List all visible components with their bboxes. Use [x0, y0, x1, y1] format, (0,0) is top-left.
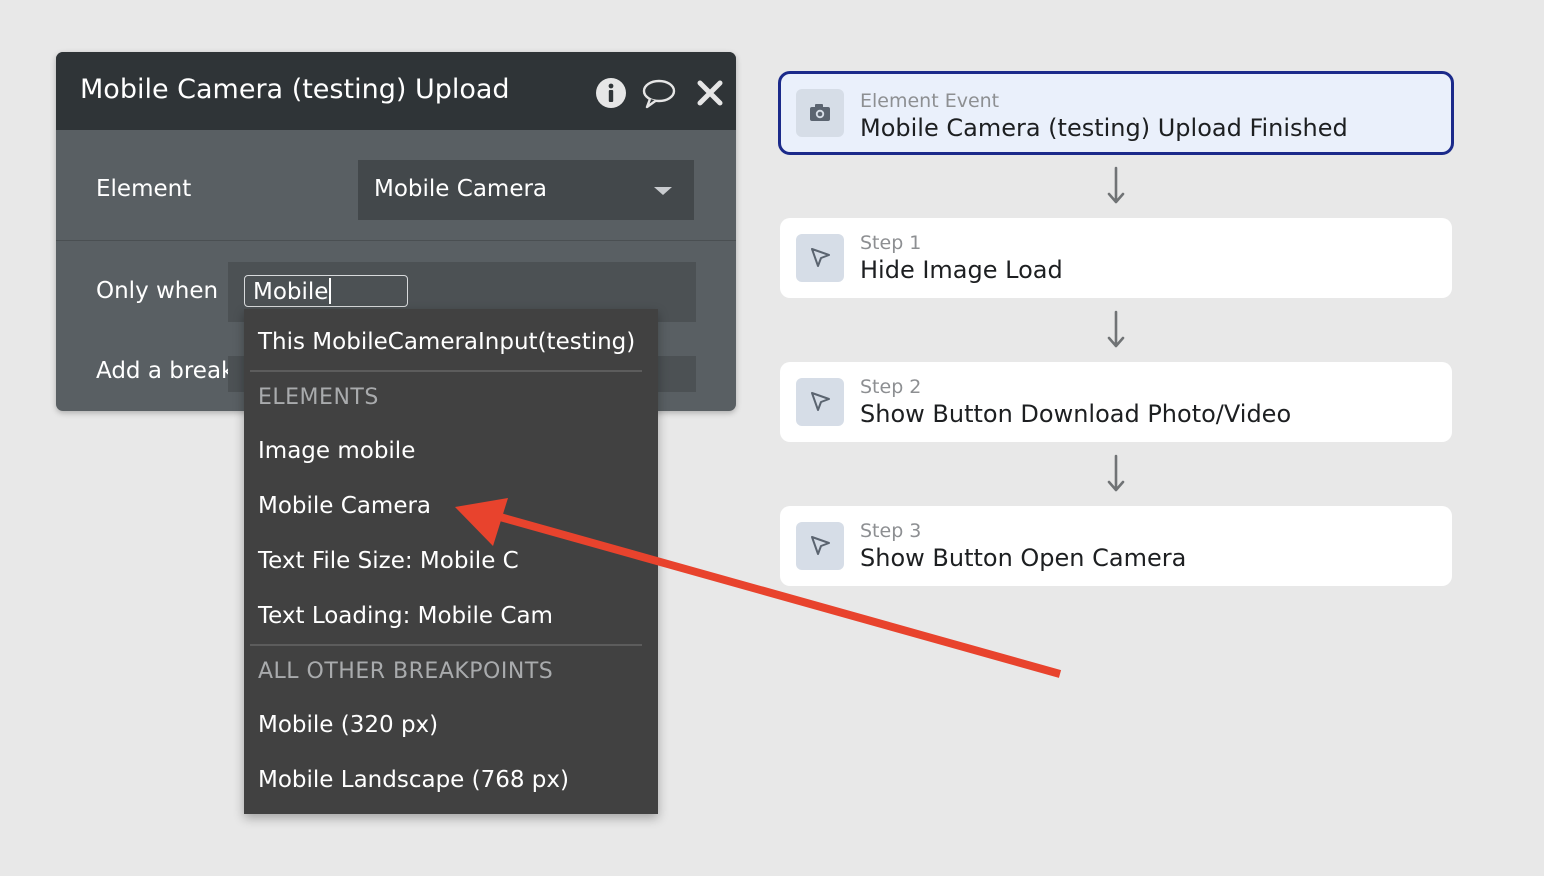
dropdown-item-image-mobile[interactable]: Image mobile	[258, 438, 415, 464]
only-when-input[interactable]: Mobile	[244, 275, 408, 307]
dropdown-item-this-input[interactable]: This MobileCameraInput(testing)	[258, 329, 635, 355]
step-name: Show Button Open Camera	[860, 544, 1187, 572]
comment-icon[interactable]	[642, 76, 676, 110]
panel-title: Mobile Camera (testing) Upload	[80, 74, 510, 105]
dropdown-item-mobile-landscape-768[interactable]: Mobile Landscape (768 px)	[258, 767, 569, 793]
breakpoint-label: Add a breakp	[96, 358, 249, 384]
arrow-down-icon	[1104, 310, 1128, 350]
dropdown-header-elements: ELEMENTS	[258, 385, 379, 410]
cursor-icon	[796, 522, 844, 570]
only-when-label: Only when	[96, 278, 219, 304]
dropdown-item-text-loading[interactable]: Text Loading: Mobile Cam	[258, 603, 553, 629]
workflow-step-card[interactable]: Step 2 Show Button Download Photo/Video	[780, 362, 1452, 442]
dropdown-item-mobile-camera[interactable]: Mobile Camera	[258, 493, 431, 519]
cursor-icon	[796, 234, 844, 282]
arrow-down-icon	[1104, 166, 1128, 206]
dropdown-separator	[250, 644, 642, 646]
element-select[interactable]: Mobile Camera	[358, 160, 694, 220]
text-caret	[329, 278, 332, 304]
close-icon[interactable]	[693, 76, 727, 110]
step-kicker: Step 2	[860, 376, 922, 398]
only-when-input-text: Mobile	[253, 279, 329, 305]
workflow-step-card[interactable]: Step 3 Show Button Open Camera	[780, 506, 1452, 586]
event-kicker: Element Event	[860, 90, 1000, 112]
cursor-icon	[796, 378, 844, 426]
divider	[56, 240, 736, 241]
autocomplete-dropdown: This MobileCameraInput(testing) ELEMENTS…	[244, 309, 658, 814]
element-select-value: Mobile Camera	[374, 176, 548, 202]
workflow-event-card[interactable]: Element Event Mobile Camera (testing) Up…	[778, 71, 1454, 155]
dropdown-header-breakpoints: ALL OTHER BREAKPOINTS	[258, 659, 554, 684]
step-kicker: Step 1	[860, 232, 922, 254]
dropdown-item-text-file-size[interactable]: Text File Size: Mobile C	[258, 548, 519, 574]
step-name: Hide Image Load	[860, 256, 1063, 284]
step-name: Show Button Download Photo/Video	[860, 400, 1292, 428]
dropdown-separator	[250, 370, 642, 372]
event-name: Mobile Camera (testing) Upload Finished	[860, 114, 1348, 142]
arrow-down-icon	[1104, 454, 1128, 494]
panel-header: Mobile Camera (testing) Upload	[56, 52, 736, 130]
info-icon[interactable]	[594, 76, 628, 110]
camera-icon	[796, 89, 844, 137]
dropdown-item-mobile-320[interactable]: Mobile (320 px)	[258, 712, 438, 738]
step-kicker: Step 3	[860, 520, 922, 542]
workflow-step-card[interactable]: Step 1 Hide Image Load	[780, 218, 1452, 298]
chevron-down-icon	[654, 187, 672, 195]
element-label: Element	[96, 176, 192, 202]
